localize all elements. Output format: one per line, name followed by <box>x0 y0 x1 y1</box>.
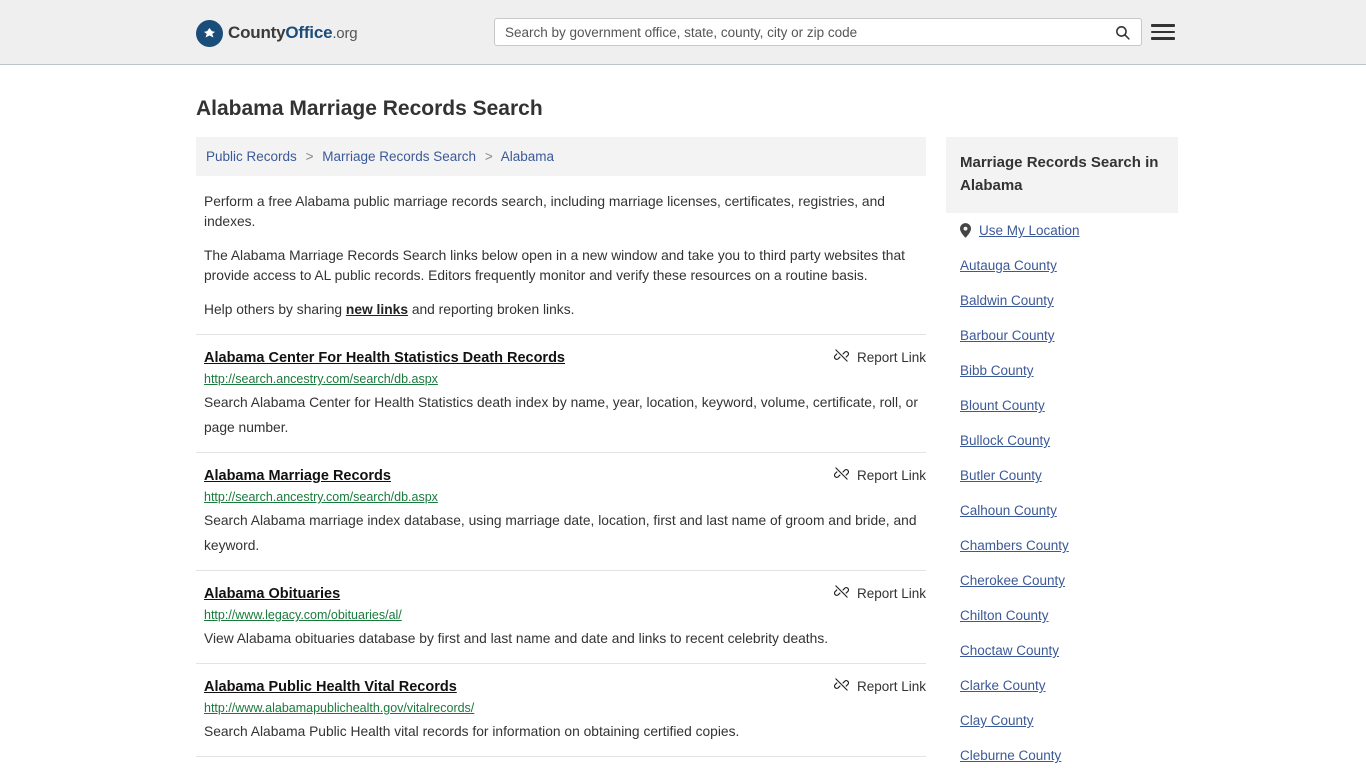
use-my-location-link[interactable]: Use My Location <box>979 223 1080 238</box>
county-link[interactable]: Baldwin County <box>960 293 1054 308</box>
list-item: Alabama State Divorce Records Report Lin… <box>196 756 926 768</box>
search-input[interactable] <box>495 19 1103 45</box>
report-link-button[interactable]: Report Link <box>833 584 926 602</box>
result-link-title[interactable]: Alabama Obituaries <box>204 586 340 602</box>
sidebar-item-county[interactable]: Chambers County <box>946 528 1178 563</box>
county-link[interactable]: Cherokee County <box>960 573 1065 588</box>
sidebar-county-list: Use My Location Autauga County Baldwin C… <box>946 213 1178 768</box>
county-link[interactable]: Bullock County <box>960 433 1050 448</box>
eagle-logo-icon <box>196 19 223 47</box>
result-link-description: Search Alabama Public Health vital recor… <box>204 724 740 739</box>
report-link-label: Report Link <box>856 678 926 694</box>
county-link[interactable]: Bibb County <box>960 363 1034 378</box>
main-column: Public Records > Marriage Records Search… <box>196 137 926 768</box>
logo-wordmark: CountyOffice.org <box>228 23 358 43</box>
breadcrumb-separator-1: > <box>305 149 314 164</box>
result-link-url[interactable]: http://search.ancestry.com/search/db.asp… <box>204 372 926 386</box>
logo-office: Office <box>285 23 333 42</box>
county-link[interactable]: Autauga County <box>960 258 1057 273</box>
county-link[interactable]: Blount County <box>960 398 1045 413</box>
county-link[interactable]: Choctaw County <box>960 643 1059 658</box>
logo-org: .org <box>332 25 358 42</box>
report-link-button[interactable]: Report Link <box>833 677 926 695</box>
result-link-title[interactable]: Alabama Public Health Vital Records <box>204 679 457 695</box>
list-item: Alabama Obituaries http://www.legacy.com… <box>196 570 926 663</box>
list-item: Alabama Marriage Records http://search.a… <box>196 452 926 570</box>
report-link-label: Report Link <box>856 585 926 601</box>
breadcrumb-item-alabama[interactable]: Alabama <box>501 149 554 164</box>
county-link[interactable]: Clarke County <box>960 678 1046 693</box>
content-container: Alabama Marriage Records Search Public R… <box>188 65 1178 768</box>
county-link[interactable]: Cleburne County <box>960 748 1061 763</box>
hamburger-bar-3 <box>1151 37 1175 40</box>
sidebar-item-county[interactable]: Cleburne County <box>946 738 1178 768</box>
result-link-url[interactable]: http://www.legacy.com/obituaries/al/ <box>204 608 926 622</box>
county-link[interactable]: Calhoun County <box>960 503 1057 518</box>
sidebar: Marriage Records Search in Alabama Use M… <box>946 137 1178 768</box>
map-pin-icon <box>960 223 971 238</box>
county-link[interactable]: Chilton County <box>960 608 1049 623</box>
result-link-url[interactable]: http://www.alabamapublichealth.gov/vital… <box>204 701 926 715</box>
result-link-url[interactable]: http://search.ancestry.com/search/db.asp… <box>204 490 926 504</box>
broken-link-icon <box>833 584 849 602</box>
list-item: Alabama Public Health Vital Records http… <box>196 663 926 756</box>
county-link[interactable]: Chambers County <box>960 538 1069 553</box>
sidebar-item-county[interactable]: Calhoun County <box>946 493 1178 528</box>
county-link[interactable]: Barbour County <box>960 328 1055 343</box>
sidebar-item-county[interactable]: Chilton County <box>946 598 1178 633</box>
new-links-link[interactable]: new links <box>346 302 408 317</box>
broken-link-icon <box>833 677 849 695</box>
result-link-description: View Alabama obituaries database by firs… <box>204 631 829 646</box>
report-link-label: Report Link <box>856 467 926 483</box>
county-link[interactable]: Butler County <box>960 468 1042 483</box>
sidebar-item-county[interactable]: Autauga County <box>946 248 1178 283</box>
intro-text: Perform a free Alabama public marriage r… <box>204 192 920 320</box>
report-link-button[interactable]: Report Link <box>833 348 926 366</box>
broken-link-icon <box>833 466 849 484</box>
hamburger-bar-2 <box>1151 30 1175 34</box>
site-header: CountyOffice.org <box>0 0 1366 65</box>
sidebar-item-county[interactable]: Cherokee County <box>946 563 1178 598</box>
result-link-description: Search Alabama Center for Health Statist… <box>204 395 918 435</box>
search-icon[interactable] <box>1103 19 1141 45</box>
list-item: Alabama Center For Health Statistics Dea… <box>196 334 926 452</box>
hamburger-menu-icon[interactable] <box>1151 20 1175 44</box>
intro-paragraph-1: Perform a free Alabama public marriage r… <box>204 194 885 229</box>
logo-county: County <box>228 23 286 42</box>
sidebar-item-county[interactable]: Bibb County <box>946 353 1178 388</box>
sidebar-heading: Marriage Records Search in Alabama <box>946 137 1178 213</box>
broken-link-icon <box>833 348 849 366</box>
county-link[interactable]: Clay County <box>960 713 1034 728</box>
report-link-label: Report Link <box>856 349 926 365</box>
sidebar-item-county[interactable]: Barbour County <box>946 318 1178 353</box>
breadcrumb-separator-2: > <box>484 149 493 164</box>
sidebar-item-county[interactable]: Baldwin County <box>946 283 1178 318</box>
intro-p3-post: and reporting broken links. <box>408 302 575 317</box>
sidebar-item-county[interactable]: Bullock County <box>946 423 1178 458</box>
page-body: Alabama Marriage Records Search Public R… <box>0 65 1366 768</box>
intro-p3-pre: Help others by sharing <box>204 302 346 317</box>
result-link-title[interactable]: Alabama Marriage Records <box>204 468 391 484</box>
breadcrumb: Public Records > Marriage Records Search… <box>196 137 926 176</box>
sidebar-item-use-my-location[interactable]: Use My Location <box>946 213 1178 248</box>
search-bar[interactable] <box>494 18 1142 46</box>
sidebar-item-county[interactable]: Butler County <box>946 458 1178 493</box>
hamburger-bar-1 <box>1151 24 1175 27</box>
result-link-title[interactable]: Alabama Center For Health Statistics Dea… <box>204 350 565 366</box>
content-columns: Public Records > Marriage Records Search… <box>188 137 1178 768</box>
sidebar-item-county[interactable]: Choctaw County <box>946 633 1178 668</box>
site-logo[interactable]: CountyOffice.org <box>196 18 358 48</box>
sidebar-item-county[interactable]: Clarke County <box>946 668 1178 703</box>
breadcrumb-item-public-records[interactable]: Public Records <box>206 149 297 164</box>
sidebar-item-county[interactable]: Clay County <box>946 703 1178 738</box>
report-link-button[interactable]: Report Link <box>833 466 926 484</box>
intro-paragraph-3: Help others by sharing new links and rep… <box>204 300 920 320</box>
intro-paragraph-2: The Alabama Marriage Records Search link… <box>204 248 905 283</box>
sidebar-item-county[interactable]: Blount County <box>946 388 1178 423</box>
result-link-description: Search Alabama marriage index database, … <box>204 513 917 553</box>
breadcrumb-item-marriage-records-search[interactable]: Marriage Records Search <box>322 149 476 164</box>
page-title: Alabama Marriage Records Search <box>196 97 543 120</box>
